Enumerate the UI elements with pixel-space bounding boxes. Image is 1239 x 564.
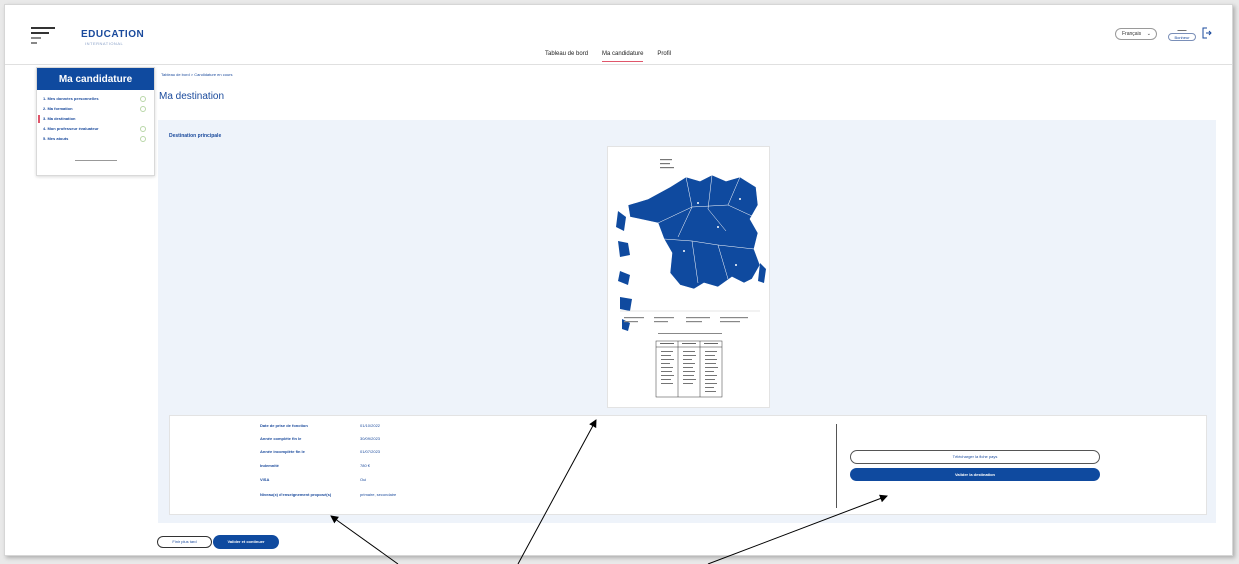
download-fiche-button[interactable]: Télécharger la fiche pays <box>850 450 1100 464</box>
user-badge[interactable]: Bonheur <box>1168 33 1196 41</box>
info-row: Année incomplète fin le 01/07/2023 <box>260 449 380 454</box>
sidebar-item-formation[interactable]: 2. Ma formation <box>37 104 154 114</box>
info-value: Oui <box>360 477 367 482</box>
language-value: Français <box>1122 31 1142 37</box>
info-label: Niveau(x) d'enseignement proposé(s) <box>260 492 332 497</box>
brand-subtitle: INTERNATIONAL <box>85 41 124 46</box>
language-select[interactable]: Français ⌄ <box>1115 28 1157 40</box>
sidebar-item-label: 2. Ma formation <box>43 106 73 111</box>
sidebar-divider <box>75 160 117 161</box>
sidebar-item-atouts[interactable]: 5. Mes atouts <box>37 134 154 144</box>
france-map-image <box>616 159 766 398</box>
header: EDUCATION INTERNATIONAL Tableau de bord … <box>5 5 1232 65</box>
destination-panel: Destination principale Date de prise de … <box>158 120 1216 523</box>
info-label: Date de prise de fonction <box>260 423 308 428</box>
finish-later-button[interactable]: Finir plus tard <box>157 536 212 548</box>
info-value: 01/10/2022 <box>360 423 381 428</box>
sidebar-item-label: 5. Mes atouts <box>43 136 69 141</box>
info-row: VISA Oui <box>260 477 366 482</box>
info-value: 01/07/2023 <box>360 449 381 454</box>
info-value: 780 € <box>360 463 371 468</box>
status-dot-icon <box>140 106 146 112</box>
sidebar-item-label: 4. Mon professeur évaluateur <box>43 126 99 131</box>
destination-info-card: Date de prise de fonction 01/10/2022 Anné… <box>169 415 1207 515</box>
user-name: ▬▬▬ <box>1177 28 1187 32</box>
validate-destination-button[interactable]: Valider la destination <box>850 468 1100 481</box>
validate-continue-button[interactable]: Valider et continuer <box>213 535 279 549</box>
sidebar: Ma candidature 1. Mes données personnell… <box>36 67 155 176</box>
info-row: Année complète fin le 30/09/2023 <box>260 436 380 441</box>
sidebar-title: Ma candidature <box>37 68 154 90</box>
tab-profil[interactable]: Profil <box>657 51 671 62</box>
panel-label: Destination principale <box>169 133 222 139</box>
info-value: primaire, secondaire <box>360 492 397 497</box>
app-window: EDUCATION INTERNATIONAL Tableau de bord … <box>4 4 1233 556</box>
logout-icon[interactable] <box>1202 27 1212 39</box>
sidebar-item-label: 1. Mes données personnelles <box>43 96 99 101</box>
info-row: Date de prise de fonction 01/10/2022 <box>260 423 380 428</box>
info-label: Année complète fin le <box>260 436 302 441</box>
sidebar-item-label: 3. Ma destination <box>43 116 76 121</box>
logo-icon <box>31 27 59 49</box>
chevron-down-icon: ⌄ <box>1146 31 1151 37</box>
brand-name: EDUCATION <box>81 29 145 40</box>
destination-map <box>607 146 770 408</box>
info-label: VISA <box>260 477 270 482</box>
status-dot-icon <box>140 126 146 132</box>
info-label: Indemnité <box>260 463 279 468</box>
info-value: 30/09/2023 <box>360 436 381 441</box>
vertical-divider <box>836 424 837 508</box>
sidebar-item-destination[interactable]: 3. Ma destination <box>37 114 154 124</box>
status-dot-icon <box>140 96 146 102</box>
tab-tableau-de-bord[interactable]: Tableau de bord <box>545 51 588 62</box>
breadcrumb[interactable]: Tableau de bord > Candidature en cours <box>161 72 233 77</box>
info-label: Année incomplète fin le <box>260 449 305 454</box>
page-title: Ma destination <box>159 91 225 102</box>
sidebar-item-professeur-evaluateur[interactable]: 4. Mon professeur évaluateur <box>37 124 154 134</box>
status-dot-icon <box>140 136 146 142</box>
sidebar-item-donnees-personnelles[interactable]: 1. Mes données personnelles <box>37 94 154 104</box>
info-row: Indemnité 780 € <box>260 463 370 468</box>
main-nav: Tableau de bord Ma candidature Profil <box>545 51 671 62</box>
info-row: Niveau(x) d'enseignement proposé(s) prima… <box>260 492 396 497</box>
tab-ma-candidature[interactable]: Ma candidature <box>602 51 644 62</box>
